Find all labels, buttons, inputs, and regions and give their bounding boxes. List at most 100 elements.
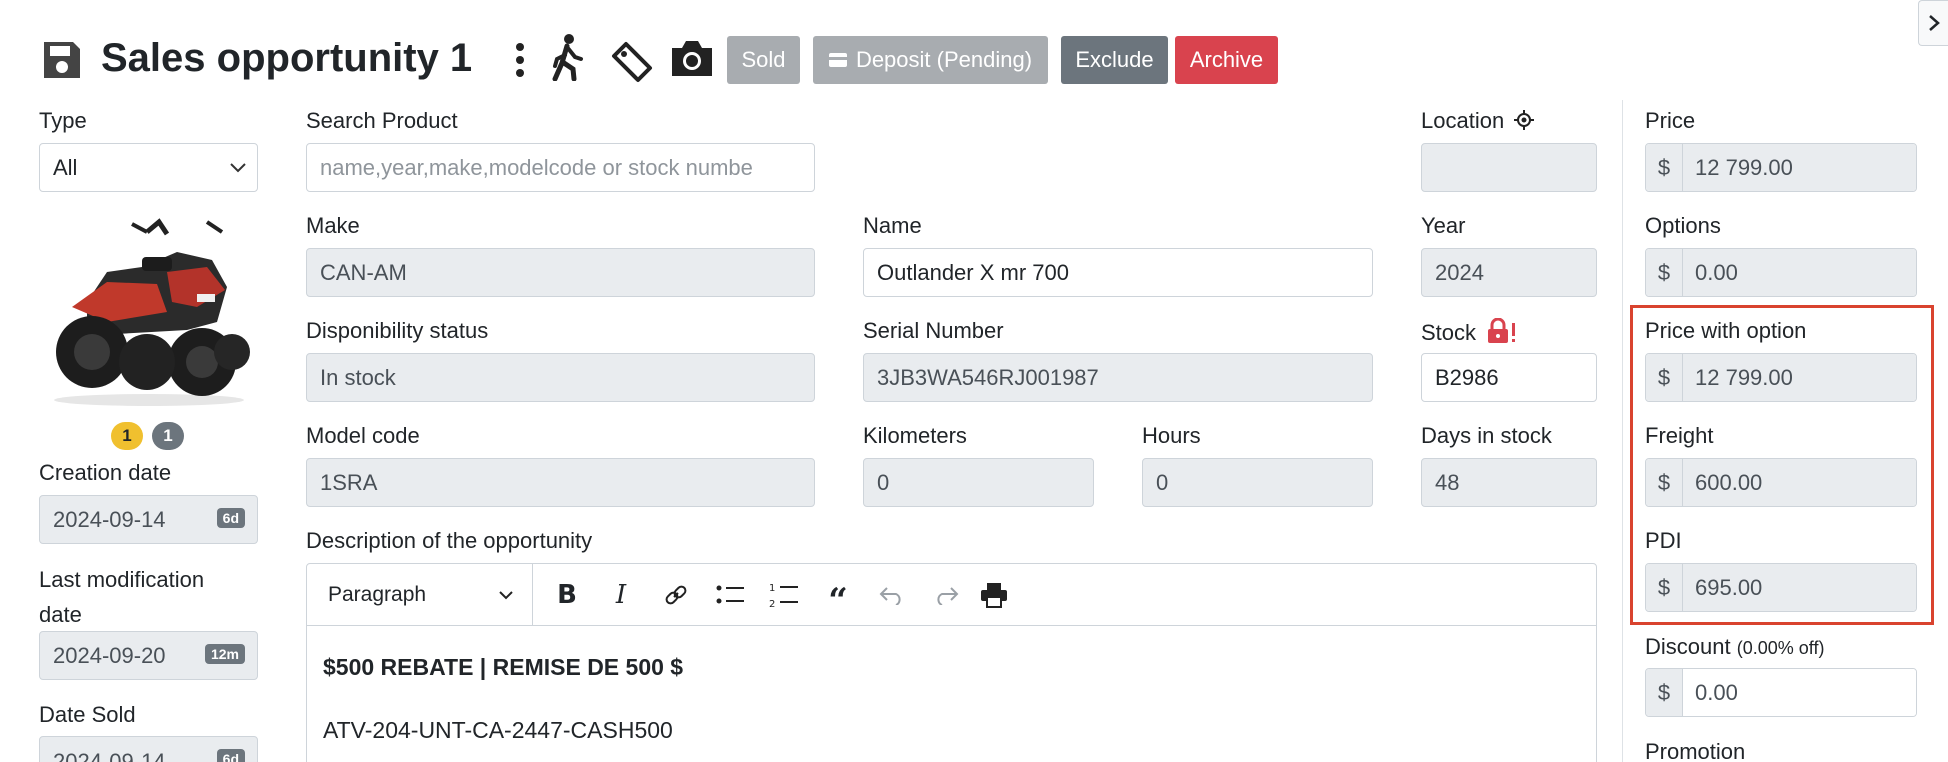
location-label-text: Location [1421,108,1505,133]
paragraph-select[interactable]: Paragraph [307,564,533,625]
page-title: Sales opportunity 1 [101,36,473,80]
deposit-button[interactable]: Deposit (Pending) [813,36,1048,84]
last-modification-label-line1: Last modification [39,567,205,592]
exclude-button[interactable]: Exclude [1061,36,1168,84]
days-in-stock-field: 48 [1421,458,1597,507]
lock-warning-icon[interactable] [1486,317,1518,344]
italic-icon[interactable]: I [604,578,638,612]
date-sold-label: Date Sold [39,702,136,727]
search-product-input[interactable]: name,year,make,modelcode or stock numbe [306,143,815,192]
editor-line-1: $500 REBATE | REMISE DE 500 $ [323,654,684,680]
model-code-field: 1SRA [306,458,815,507]
serial-number-field: 3JB3WA546RJ001987 [863,353,1373,402]
numbered-list-icon[interactable]: 12 [767,578,801,612]
svg-text:1: 1 [769,583,775,594]
collapse-panel-tab[interactable] [1918,0,1948,46]
last-modification-value: 2024-09-20 [53,642,166,668]
options-currency: $ [1646,249,1683,296]
save-icon[interactable] [40,38,84,82]
hours-label: Hours [1142,423,1201,448]
creation-date-value: 2024-09-14 [53,506,166,532]
discount-input[interactable]: $ 0.00 [1645,668,1917,717]
last-modification-label-line2: date [39,602,82,627]
chevron-down-icon [230,163,246,173]
disponibility-label: Disponibility status [306,318,489,343]
camera-icon[interactable] [670,38,714,78]
product-image [47,212,252,408]
credit-card-icon [828,53,847,67]
date-sold-field: 2024-09-14 6d [39,736,258,762]
stock-label: Stock [1421,317,1518,346]
kilometers-field: 0 [863,458,1094,507]
tag-icon[interactable] [610,40,654,84]
date-sold-age-badge: 6d [216,749,245,762]
type-label: Type [39,108,87,133]
editor-line-2: ATV-204-UNT-CA-2447-CASH500 [323,717,673,743]
search-product-label: Search Product [306,108,458,133]
link-icon[interactable] [659,578,693,612]
last-modification-label: Last modification date [39,562,204,632]
redo-icon[interactable] [929,578,963,612]
undo-icon[interactable] [875,578,909,612]
disponibility-field: In stock [306,353,815,402]
crosshair-icon[interactable] [1514,110,1535,130]
type-select-value: All [53,154,78,180]
creation-date-label: Creation date [39,460,172,485]
discount-label: Discount (0.00% off) [1645,634,1824,660]
last-modification-field: 2024-09-20 12m [39,631,258,680]
price-value: 12 799.00 [1683,144,1916,191]
more-vertical-icon[interactable] [510,40,530,80]
name-input[interactable]: Outlander X mr 700 [863,248,1373,297]
editor-toolbar: Paragraph B I 12 “ [307,564,1596,626]
counter-badge-gray: 1 [152,422,184,450]
walking-person-icon[interactable] [549,33,587,82]
stock-label-text: Stock [1421,320,1477,345]
stock-input[interactable]: B2986 [1421,353,1597,402]
chevron-right-icon [1928,15,1940,31]
last-modification-age-badge: 12m [204,644,245,664]
creation-age-badge: 6d [216,508,245,528]
serial-number-label: Serial Number [863,318,1004,343]
svg-text:2: 2 [769,599,775,609]
date-sold-value: 2024-09-14 [53,749,166,762]
year-field: 2024 [1421,248,1597,297]
discount-label-text: Discount [1645,634,1731,659]
bold-icon[interactable]: B [550,578,584,612]
counter-badge-yellow: 1 [111,422,143,450]
options-label: Options [1645,213,1721,238]
description-label: Description of the opportunity [306,528,593,553]
location-label: Location [1421,108,1535,134]
column-divider [1622,100,1623,762]
print-icon[interactable] [977,578,1011,612]
model-code-label: Model code [306,423,420,448]
blockquote-icon[interactable]: “ [821,578,855,621]
paragraph-select-value: Paragraph [328,582,427,606]
options-value: 0.00 [1683,249,1916,296]
sold-button[interactable]: Sold [727,36,800,84]
description-editor[interactable]: Paragraph B I 12 “ $500 REBATE | REMISE … [306,563,1597,762]
search-product-placeholder: name,year,make,modelcode or stock numbe [320,154,753,180]
promotion-label: Promotion [1645,739,1746,762]
hours-field: 0 [1142,458,1373,507]
bullet-list-icon[interactable] [713,578,747,612]
price-field: $ 12 799.00 [1645,143,1917,192]
archive-button[interactable]: Archive [1175,36,1278,84]
type-select[interactable]: All [39,143,258,192]
options-field: $ 0.00 [1645,248,1917,297]
discount-currency: $ [1646,669,1683,716]
discount-percent-note: (0.00% off) [1736,638,1825,658]
highlight-box [1630,305,1934,625]
year-label: Year [1421,213,1466,238]
kilometers-label: Kilometers [863,423,967,448]
make-label: Make [306,213,360,238]
deposit-button-label: Deposit (Pending) [855,47,1033,72]
name-label: Name [863,213,922,238]
creation-date-field: 2024-09-14 6d [39,495,258,544]
discount-value: 0.00 [1683,669,1916,716]
make-field: CAN-AM [306,248,815,297]
days-in-stock-label: Days in stock [1421,423,1552,448]
chevron-down-icon [499,591,513,600]
price-label: Price [1645,108,1696,133]
location-field [1421,143,1597,192]
price-currency: $ [1646,144,1683,191]
